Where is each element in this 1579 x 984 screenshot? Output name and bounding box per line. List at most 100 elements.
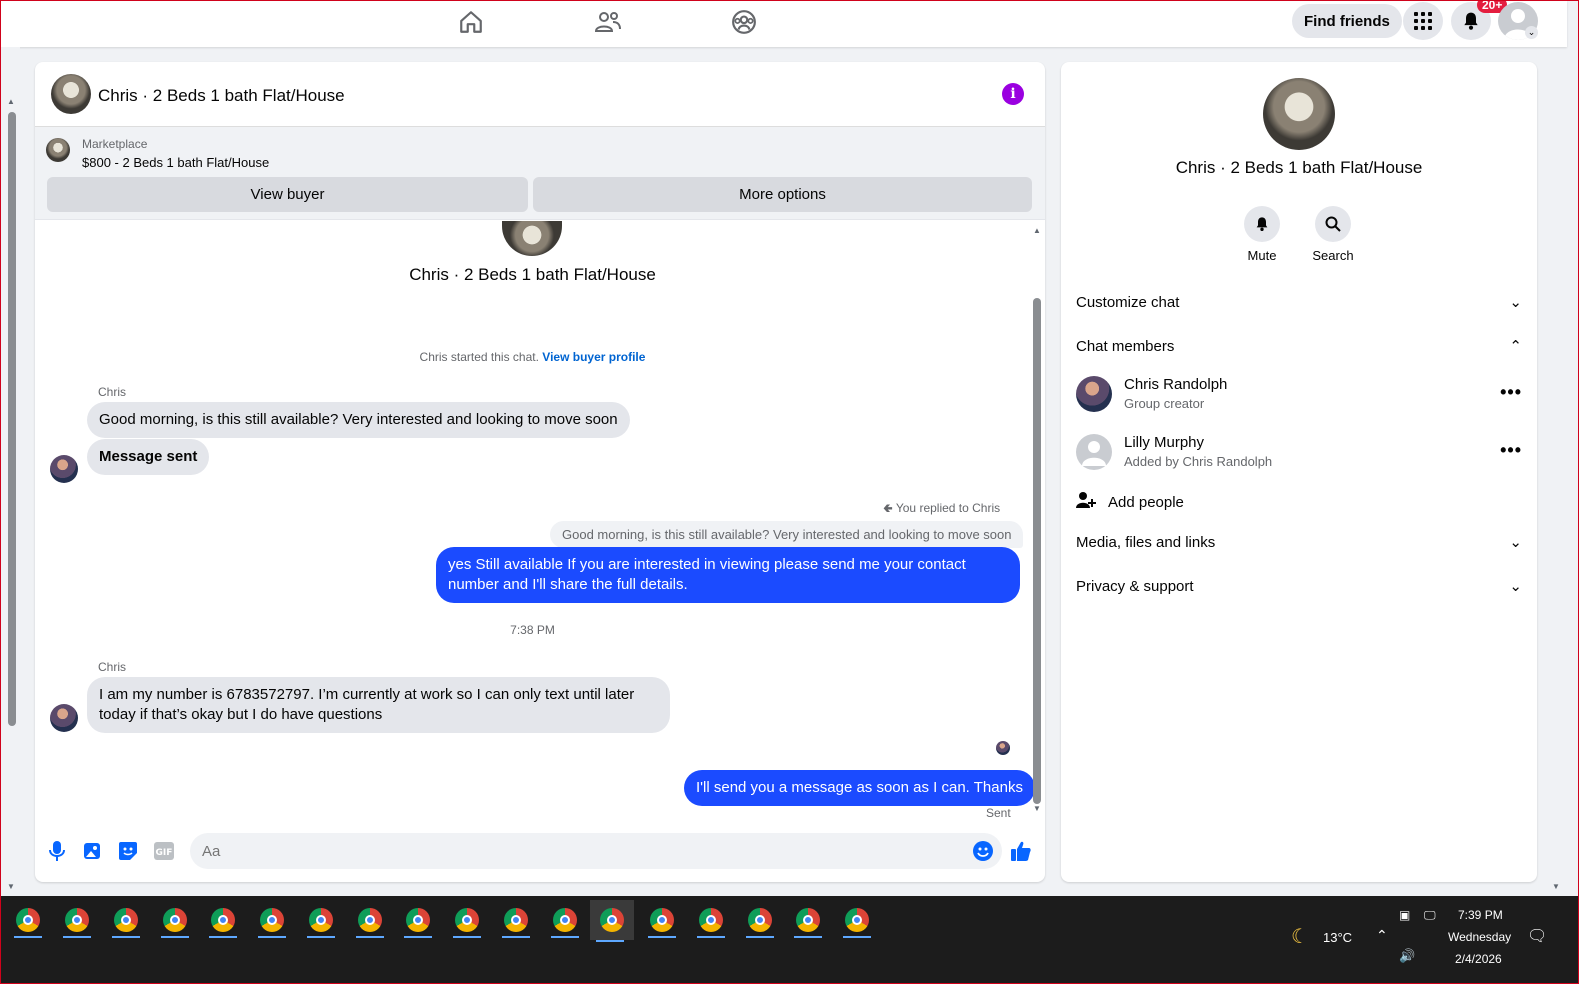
outgoing-message-line: yes Still available If you are intereste… bbox=[448, 556, 966, 573]
privacy-support-section[interactable]: Privacy & support ⌄ bbox=[1076, 577, 1522, 596]
add-person-icon bbox=[1076, 490, 1096, 514]
taskbar-chrome-app[interactable] bbox=[642, 904, 682, 938]
sender-avatar[interactable] bbox=[50, 455, 78, 483]
member-avatar[interactable] bbox=[1076, 376, 1112, 412]
taskbar-chrome-app[interactable] bbox=[545, 904, 585, 938]
tray-chevron-up-icon[interactable]: ⌃ bbox=[1376, 927, 1388, 944]
chat-members-section[interactable]: Chat members ⌃ bbox=[1076, 337, 1522, 356]
outgoing-message[interactable]: I'll send you a message as soon as I can… bbox=[684, 770, 1035, 806]
chat-scroll-up-icon[interactable]: ▲ bbox=[1033, 226, 1041, 235]
page-scroll-thumb[interactable] bbox=[8, 112, 16, 726]
incoming-message[interactable]: I am my number is 6783572797. I’m curren… bbox=[87, 677, 670, 733]
view-buyer-button[interactable]: View buyer bbox=[47, 177, 528, 212]
meet-camera-icon[interactable]: ▣ bbox=[1399, 908, 1410, 922]
search-icon bbox=[1315, 206, 1351, 242]
reply-indicator: 🢀 You replied to Chris bbox=[883, 499, 1000, 520]
reply-indicator-text: You replied to Chris bbox=[895, 501, 1001, 515]
view-buyer-profile-link[interactable]: View buyer profile bbox=[542, 350, 645, 364]
home-icon[interactable] bbox=[456, 7, 486, 37]
member-avatar[interactable] bbox=[1076, 434, 1112, 470]
sender-avatar[interactable] bbox=[50, 704, 78, 732]
chat-scroll-down-icon[interactable]: ▼ bbox=[1033, 804, 1041, 813]
taskbar-chrome-app[interactable] bbox=[301, 904, 341, 938]
weather-moon-icon[interactable]: ☾ bbox=[1291, 924, 1309, 949]
taskbar: ☾ 13°C ⌃ ▣ 🖵 🔊 7:39 PM Wednesday 2/4/202… bbox=[0, 896, 1579, 984]
scroll-up-arrow-icon[interactable]: ▲ bbox=[7, 97, 15, 106]
menu-grid-icon[interactable] bbox=[1403, 2, 1443, 40]
find-friends-button[interactable]: Find friends bbox=[1292, 4, 1402, 38]
chat-cover-avatar bbox=[502, 221, 562, 256]
chat-scrollbar[interactable]: ▲ ▼ bbox=[1029, 222, 1045, 822]
taskbar-chrome-app[interactable] bbox=[106, 904, 146, 938]
more-options-icon[interactable]: ••• bbox=[1500, 382, 1522, 403]
incoming-message-line: today if that’s okay but I do have quest… bbox=[99, 706, 383, 723]
customize-chat-label: Customize chat bbox=[1076, 293, 1180, 311]
taskbar-chrome-app[interactable] bbox=[788, 904, 828, 938]
sticker-icon[interactable] bbox=[117, 840, 139, 862]
friends-icon[interactable] bbox=[593, 7, 623, 37]
chat-title[interactable]: Chris · 2 Beds 1 bath Flat/House bbox=[98, 86, 345, 106]
outgoing-message[interactable]: yes Still available If you are intereste… bbox=[436, 547, 1020, 603]
volume-icon[interactable]: 🔊 bbox=[1399, 948, 1415, 964]
taskbar-chrome-app[interactable] bbox=[350, 904, 390, 938]
microphone-icon[interactable] bbox=[46, 840, 68, 862]
incoming-message[interactable]: Good morning, is this still available? V… bbox=[87, 402, 630, 438]
chat-scroll-thumb[interactable] bbox=[1033, 298, 1041, 804]
taskbar-chrome-app[interactable] bbox=[837, 904, 877, 938]
chevron-up-icon: ⌃ bbox=[1509, 338, 1522, 355]
taskbar-chrome-app[interactable] bbox=[740, 904, 780, 938]
more-options-button[interactable]: More options bbox=[533, 177, 1032, 212]
notification-center-icon[interactable]: 🗨 bbox=[1527, 926, 1547, 946]
taskbar-chrome-app[interactable] bbox=[398, 904, 438, 938]
taskbar-chrome-app[interactable] bbox=[155, 904, 195, 938]
taskbar-chrome-app[interactable] bbox=[57, 904, 97, 938]
incoming-message-line: I am my number is 6783572797. I’m curren… bbox=[99, 686, 635, 703]
emoji-icon[interactable] bbox=[972, 840, 994, 862]
chevron-down-icon: ⌄ bbox=[1509, 534, 1522, 551]
privacy-label: Privacy & support bbox=[1076, 577, 1194, 595]
groups-icon[interactable] bbox=[729, 7, 759, 37]
member-row[interactable]: Chris Randolph Group creator ••• bbox=[1076, 374, 1522, 414]
scroll-down-arrow-icon[interactable]: ▼ bbox=[7, 882, 15, 891]
message-input[interactable] bbox=[190, 833, 1002, 869]
page-scrollbar[interactable]: ▲ ▼ bbox=[1, 47, 20, 896]
taskbar-chrome-app-active[interactable] bbox=[590, 900, 634, 942]
conversation-details-panel: Chris · 2 Beds 1 bath Flat/House Mute Se… bbox=[1061, 62, 1537, 882]
message-composer: GIF bbox=[35, 826, 1045, 882]
network-icon[interactable]: 🖵 bbox=[1424, 908, 1436, 923]
search-button[interactable]: Search bbox=[1303, 206, 1363, 263]
taskbar-chrome-app[interactable] bbox=[691, 904, 731, 938]
weather-temperature[interactable]: 13°C bbox=[1323, 930, 1352, 945]
taskbar-chrome-app[interactable] bbox=[447, 904, 487, 938]
customize-chat-section[interactable]: Customize chat ⌄ bbox=[1076, 293, 1522, 312]
info-icon[interactable]: i bbox=[1002, 83, 1024, 105]
incoming-message[interactable]: Message sent bbox=[87, 439, 210, 475]
chevron-down-icon[interactable]: ⌄ bbox=[1525, 26, 1538, 39]
clock-day[interactable]: Wednesday bbox=[1448, 930, 1511, 944]
search-label: Search bbox=[1312, 248, 1354, 263]
clock-time[interactable]: 7:39 PM bbox=[1458, 908, 1503, 922]
marketplace-banner: Marketplace $800 - 2 Beds 1 bath Flat/Ho… bbox=[35, 127, 1045, 220]
clock-date[interactable]: 2/4/2026 bbox=[1455, 952, 1502, 966]
add-people-button[interactable]: Add people bbox=[1076, 490, 1522, 514]
photo-icon[interactable] bbox=[81, 840, 103, 862]
right-scroll-down-arrow-icon[interactable]: ▼ bbox=[1552, 882, 1560, 891]
taskbar-chrome-app[interactable] bbox=[8, 904, 48, 938]
member-row[interactable]: Lilly Murphy Added by Chris Randolph ••• bbox=[1076, 432, 1522, 472]
reply-preview[interactable]: Good morning, is this still available? V… bbox=[550, 521, 1024, 548]
more-options-icon[interactable]: ••• bbox=[1500, 440, 1522, 461]
taskbar-chrome-app[interactable] bbox=[203, 904, 243, 938]
chrome-icon bbox=[260, 908, 284, 932]
chrome-icon bbox=[358, 908, 382, 932]
mute-button[interactable]: Mute bbox=[1232, 206, 1292, 263]
conversation-avatar[interactable] bbox=[1263, 78, 1335, 150]
taskbar-chrome-app[interactable] bbox=[252, 904, 292, 938]
gif-icon[interactable]: GIF bbox=[153, 840, 175, 862]
chat-panel: Chris · 2 Beds 1 bath Flat/House i Marke… bbox=[35, 62, 1045, 882]
media-files-links-section[interactable]: Media, files and links ⌄ bbox=[1076, 533, 1522, 552]
member-name: Lilly Murphy bbox=[1124, 434, 1205, 451]
listing-title[interactable]: $800 - 2 Beds 1 bath Flat/House bbox=[82, 155, 269, 170]
listing-thumbnail[interactable] bbox=[51, 74, 91, 114]
taskbar-chrome-app[interactable] bbox=[496, 904, 536, 938]
like-thumbs-up-icon[interactable] bbox=[1010, 840, 1032, 862]
